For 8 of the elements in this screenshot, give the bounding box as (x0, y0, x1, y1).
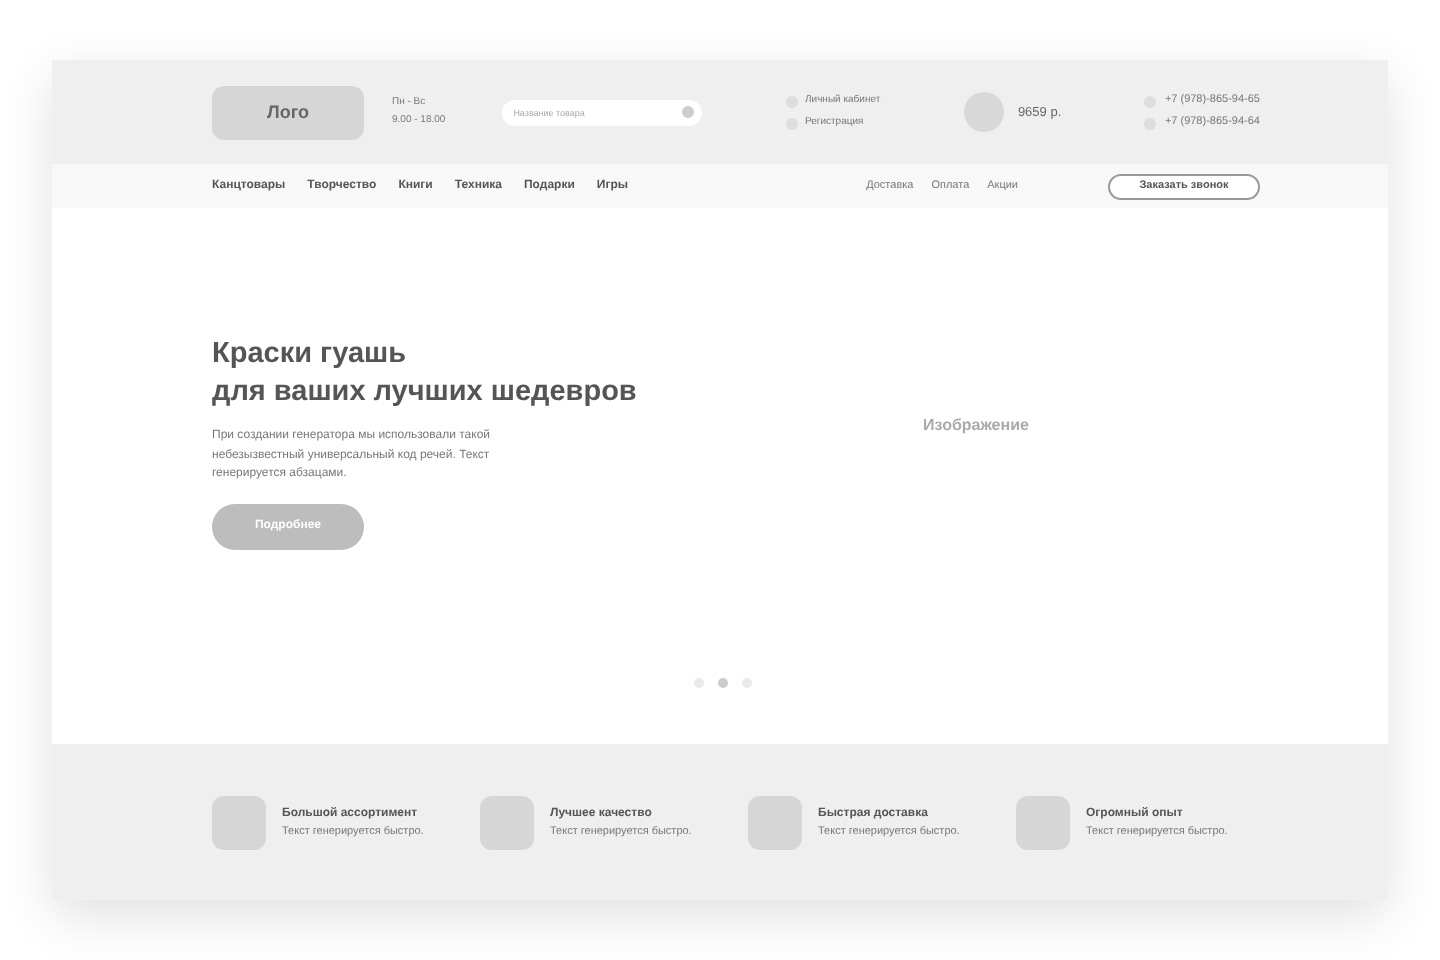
hero-title: Краски гуашь для ваших лучших шедевров (212, 336, 639, 413)
feature-icon (480, 795, 534, 849)
image-caption: Изображение (923, 416, 1029, 434)
feature-icon (1016, 795, 1070, 849)
feature-icon (212, 795, 266, 849)
logo[interactable]: Лого (212, 85, 364, 139)
feature-icon (748, 795, 802, 849)
slider-dot[interactable] (717, 678, 727, 688)
